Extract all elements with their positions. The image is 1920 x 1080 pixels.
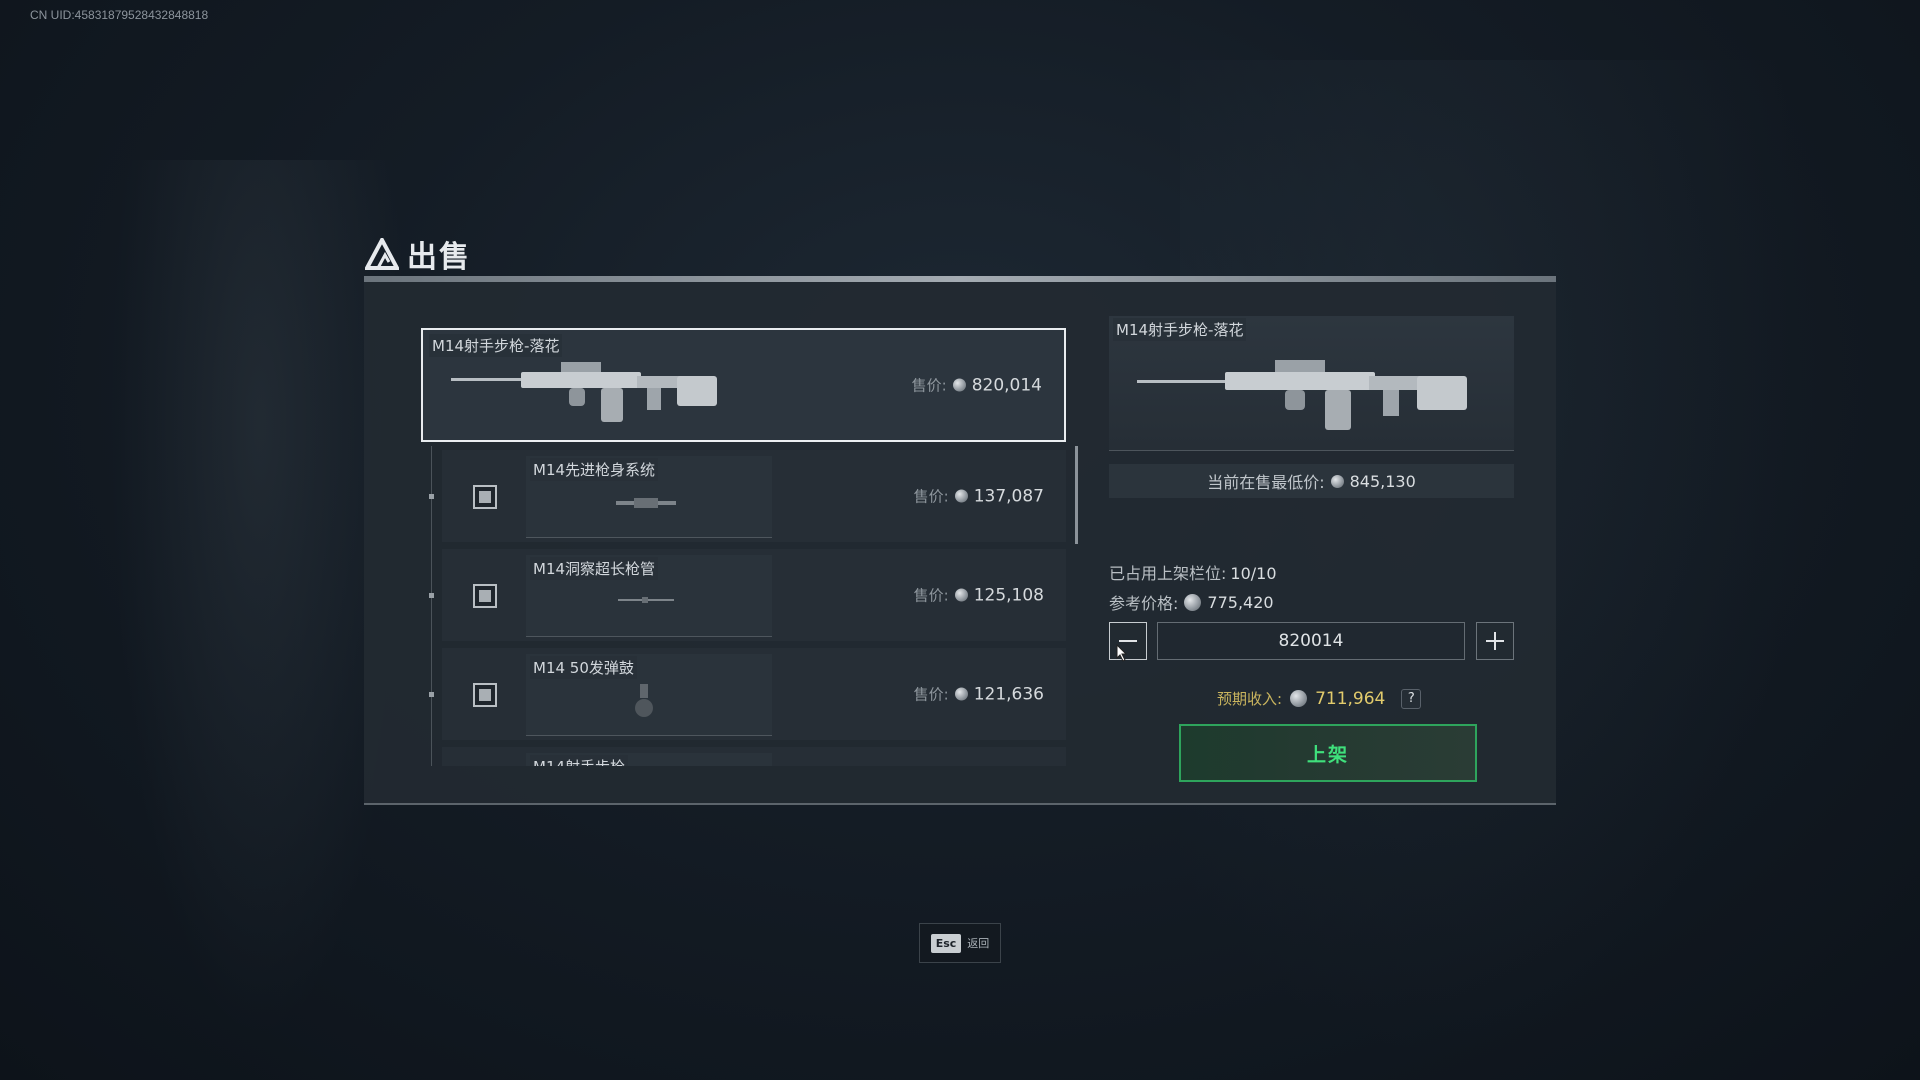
preview-item-name: M14射手步枪-落花	[1113, 318, 1247, 341]
coin-icon	[1330, 474, 1344, 488]
coin-icon	[952, 378, 966, 392]
reference-price-value: 775,420	[1207, 592, 1274, 612]
esc-key-icon: Esc	[930, 933, 962, 953]
price-label: 售价:	[911, 376, 947, 395]
price-value: 125,108	[973, 585, 1044, 605]
sub-item-card[interactable]: M14射手步枪	[442, 747, 1066, 766]
coin-icon	[954, 687, 968, 701]
sub-item-thumb: M14射手步枪	[526, 753, 772, 766]
price-label: 售价:	[913, 586, 949, 605]
main-item-card[interactable]: M14射手步枪-落花 售价: 820,014	[421, 328, 1066, 442]
minus-icon	[1119, 640, 1137, 642]
coin-icon	[954, 588, 968, 602]
slots-row: 已占用上架栏位: 10/10	[1109, 560, 1277, 584]
sub-item-checkbox[interactable]	[473, 683, 497, 707]
sub-item-card[interactable]: M14先进枪身系统 售价: 137,087	[429, 450, 1066, 542]
coin-icon	[1290, 690, 1308, 707]
sub-item-price: 售价: 125,108	[914, 585, 1044, 606]
sub-item-name: M14 50发弹鼓	[530, 656, 637, 679]
expected-income-value: 711,964	[1315, 688, 1386, 709]
sub-item-card[interactable]: M14 50发弹鼓 售价: 121,636	[429, 648, 1066, 740]
list-scrollbar[interactable]	[1075, 446, 1078, 544]
slots-value: 10/10	[1230, 564, 1277, 583]
sub-item-thumb: M14先进枪身系统	[526, 456, 772, 538]
lowest-price-label: 当前在售最低价:	[1207, 473, 1325, 492]
coin-icon	[954, 489, 968, 503]
dialog-header: 出售	[365, 232, 471, 276]
uid-label: CN UID:45831879528432848818	[30, 8, 209, 22]
price-label: 售价:	[913, 685, 949, 704]
plus-icon	[1486, 632, 1504, 650]
help-icon[interactable]: ?	[1401, 688, 1422, 709]
tree-dot	[429, 692, 434, 697]
sub-item-card[interactable]: M14洞察超长枪管 售价: 125,108	[429, 549, 1066, 641]
rifle-icon	[451, 362, 717, 422]
sub-item-thumb: M14洞察超长枪管	[526, 555, 772, 637]
sub-item-name: M14洞察超长枪管	[530, 557, 659, 580]
coin-icon	[1184, 593, 1202, 611]
back-label: 返回	[967, 937, 990, 950]
back-hint[interactable]: Esc 返回	[919, 923, 1001, 963]
sub-item-price: 售价: 137,087	[914, 486, 1044, 507]
sub-item-checkbox[interactable]	[473, 584, 497, 608]
sub-item-name: M14射手步枪	[530, 755, 629, 766]
sub-item-price: 售价: 121,636	[914, 684, 1044, 705]
cursor-icon	[1116, 644, 1128, 662]
lowest-price-value: 845,130	[1349, 471, 1416, 491]
sub-item-name: M14先进枪身系统	[530, 458, 659, 481]
tree-dot	[429, 494, 434, 499]
item-list[interactable]: M14射手步枪-落花 售价: 820,014 M14先进枪身系统 售价: 137…	[421, 328, 1077, 766]
price-input[interactable]: 820014	[1157, 622, 1465, 660]
price-value: 820,014	[971, 375, 1042, 395]
slots-label: 已占用上架栏位:	[1109, 564, 1227, 583]
price-value: 121,636	[973, 684, 1044, 704]
decrease-price-button[interactable]	[1109, 622, 1147, 660]
sub-item-checkbox[interactable]	[473, 485, 497, 509]
tree-dot	[429, 593, 434, 598]
main-item-price: 售价: 820,014	[912, 375, 1042, 396]
item-preview: M14射手步枪-落花	[1109, 316, 1514, 451]
increase-price-button[interactable]	[1476, 622, 1514, 660]
expected-income-label: 预期收入:	[1217, 690, 1283, 708]
sell-dialog: M14射手步枪-落花 售价: 820,014 M14先进枪身系统 售价: 137…	[364, 276, 1556, 805]
reference-price-row: 参考价格: 775,420	[1109, 590, 1274, 614]
lowest-price-row: 当前在售最低价: 845,130	[1109, 464, 1514, 498]
list-for-sale-button[interactable]: 上架	[1179, 724, 1477, 782]
dialog-logo-icon	[365, 238, 399, 270]
price-label: 售价:	[913, 487, 949, 506]
sub-item-thumb: M14 50发弹鼓	[526, 654, 772, 736]
receiver-icon	[616, 498, 676, 508]
price-value: 137,087	[973, 486, 1044, 506]
rifle-icon	[1137, 360, 1467, 430]
expected-income-row: 预期收入: 711,964 ?	[1217, 688, 1422, 709]
drum-magazine-icon	[635, 684, 653, 717]
barrel-icon	[618, 597, 674, 603]
dialog-top-bar	[364, 276, 1556, 282]
dialog-title: 出售	[407, 240, 471, 275]
reference-price-label: 参考价格:	[1109, 594, 1179, 613]
